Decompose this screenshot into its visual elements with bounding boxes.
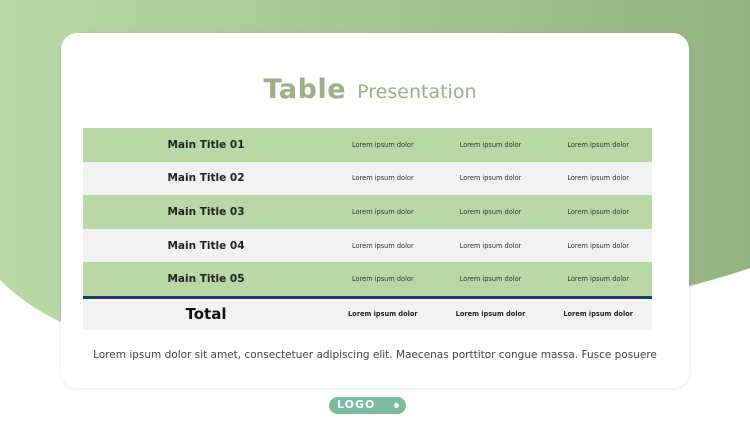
table-row: Main Title 02 Lorem ipsum dolor Lorem ip…: [83, 161, 652, 196]
table-cell: Lorem ipsum dolor: [329, 228, 437, 263]
row-title: Main Title 05: [83, 262, 329, 298]
table-row: Main Title 05 Lorem ipsum dolor Lorem ip…: [83, 262, 652, 298]
page-title: Table Presentation: [0, 74, 740, 105]
table-cell: Lorem ipsum dolor: [544, 161, 652, 196]
total-cell: Lorem ipsum dolor: [436, 295, 545, 330]
table-cell: Lorem ipsum dolor: [329, 128, 437, 162]
table-cell: Lorem ipsum dolor: [436, 262, 545, 298]
table-cell: Lorem ipsum dolor: [436, 195, 545, 229]
data-table: Main Title 01 Lorem ipsum dolor Lorem ip…: [83, 128, 652, 330]
table-cell: Lorem ipsum dolor: [544, 262, 652, 298]
table-cell: Lorem ipsum dolor: [436, 161, 545, 196]
table-cell: Lorem ipsum dolor: [544, 228, 652, 263]
logo-badge: LOGO: [329, 397, 406, 414]
table-row: Main Title 01 Lorem ipsum dolor Lorem ip…: [83, 128, 652, 162]
table-cell: Lorem ipsum dolor: [329, 195, 437, 229]
total-cell: Lorem ipsum dolor: [544, 295, 652, 330]
table-row: Main Title 04 Lorem ipsum dolor Lorem ip…: [83, 228, 652, 263]
row-title: Main Title 02: [83, 161, 329, 196]
table-cell: Lorem ipsum dolor: [544, 128, 652, 162]
total-cell: Lorem ipsum dolor: [329, 295, 437, 330]
logo-dot-icon: [394, 403, 399, 408]
row-title: Main Title 04: [83, 228, 329, 263]
total-title: Total: [83, 295, 329, 330]
title-main: Table: [263, 74, 347, 105]
table-cell: Lorem ipsum dolor: [329, 161, 437, 196]
table-cell: Lorem ipsum dolor: [436, 228, 545, 263]
table-cell: Lorem ipsum dolor: [436, 128, 545, 162]
table-cell: Lorem ipsum dolor: [544, 195, 652, 229]
title-subtitle: Presentation: [357, 81, 477, 103]
row-title: Main Title 01: [83, 128, 329, 162]
total-row: Total Lorem ipsum dolor Lorem ipsum dolo…: [83, 295, 652, 330]
row-title: Main Title 03: [83, 195, 329, 229]
table-row: Main Title 03 Lorem ipsum dolor Lorem ip…: [83, 195, 652, 229]
footer-description: Lorem ipsum dolor sit amet, consectetuer…: [93, 349, 657, 361]
table-cell: Lorem ipsum dolor: [329, 262, 437, 298]
logo-label: LOGO: [337, 398, 376, 411]
